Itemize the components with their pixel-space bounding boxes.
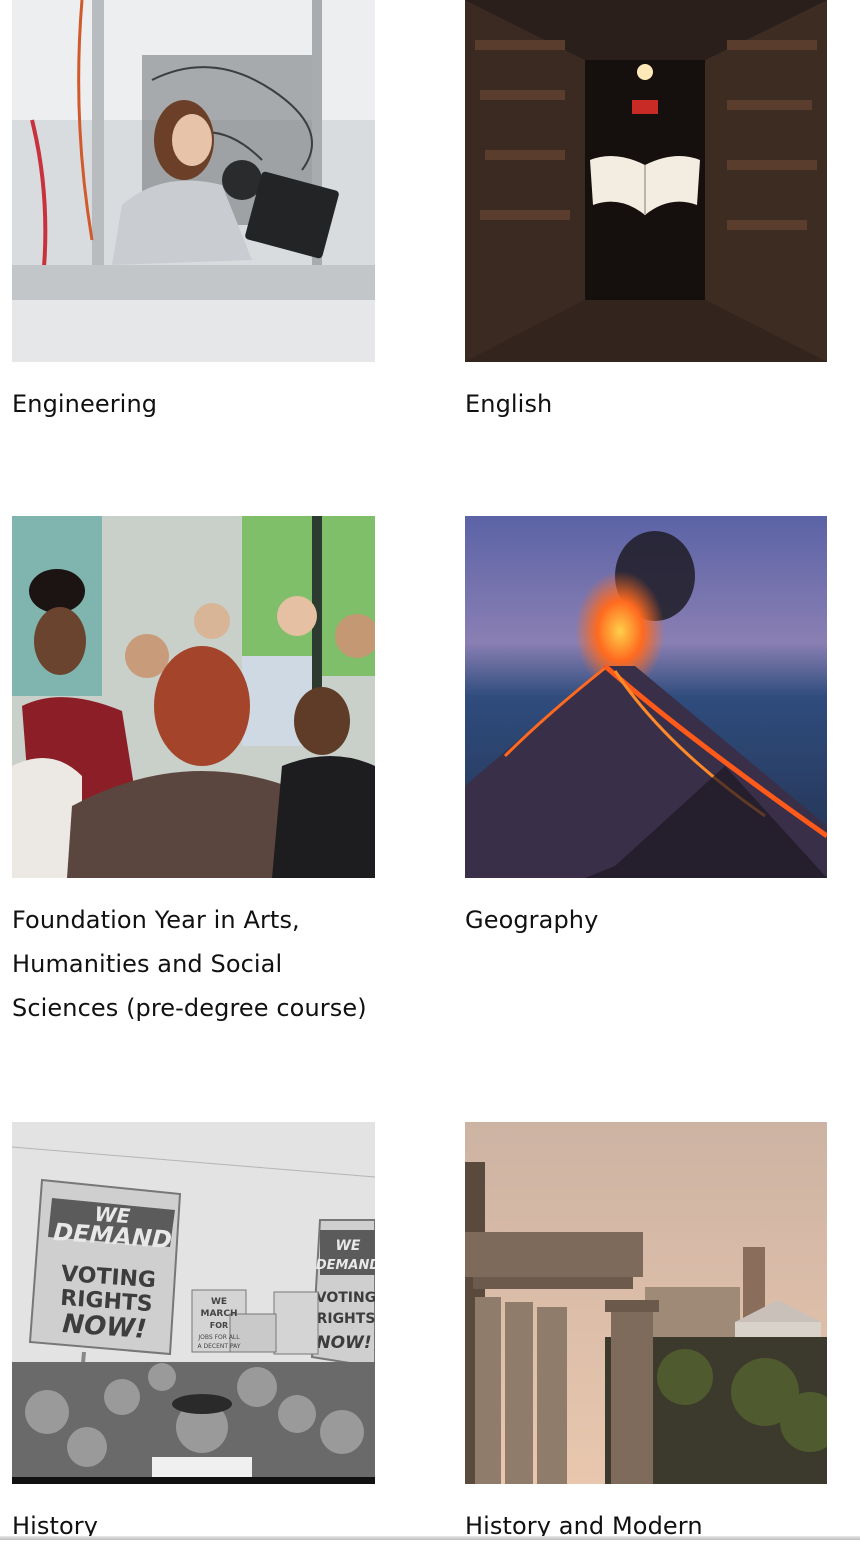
sign-text: NOW! — [316, 1333, 371, 1353]
sign-text: JOBS FOR ALL — [197, 1334, 240, 1341]
course-title: History — [12, 1512, 99, 1540]
course-link-history[interactable]: WE DEMAND VOTING RIGHTS NOW! WE DEMAND V… — [12, 1122, 375, 1548]
course-title: Geography — [465, 906, 599, 934]
sign-text: WE — [335, 1238, 360, 1254]
students-group-image — [12, 516, 375, 878]
sign-text: MARCH — [201, 1309, 238, 1319]
course-card-history-and-modern[interactable]: History and Modern — [465, 1122, 828, 1548]
volcano-image — [465, 516, 828, 878]
course-title: History and Modern — [465, 1512, 703, 1540]
sign-text: VOTING — [316, 1290, 375, 1306]
library-book-image — [465, 0, 828, 362]
sign-text: NOW! — [61, 1309, 147, 1345]
sign-text: DEMAND — [316, 1258, 375, 1273]
course-link-history-and-modern[interactable]: History and Modern — [465, 1122, 828, 1548]
sign-text: A DECENT PAY — [197, 1343, 240, 1350]
roman-ruins-image — [465, 1122, 828, 1484]
sign-text: RIGHTS — [317, 1311, 375, 1327]
course-link-engineering[interactable]: Engineering — [12, 0, 375, 426]
voting-rights-march-image: WE DEMAND VOTING RIGHTS NOW! WE DEMAND V… — [12, 1122, 375, 1484]
engineering-lab-image — [12, 0, 375, 362]
course-card-engineering[interactable]: Engineering — [12, 0, 375, 426]
sign-text: WE — [211, 1297, 227, 1307]
course-link-geography[interactable]: Geography — [465, 516, 828, 942]
scroll-edge — [0, 1536, 860, 1540]
course-title: Engineering — [12, 390, 158, 418]
course-title: English — [465, 390, 553, 418]
course-card-foundation-year[interactable]: Foundation Year in Arts, Humanities and … — [12, 516, 375, 1030]
course-card-geography[interactable]: Geography — [465, 516, 828, 942]
course-link-english[interactable]: English — [465, 0, 828, 426]
course-link-foundation-year[interactable]: Foundation Year in Arts, Humanities and … — [12, 516, 375, 1030]
course-card-english[interactable]: English — [465, 0, 828, 426]
course-card-history[interactable]: WE DEMAND VOTING RIGHTS NOW! WE DEMAND V… — [12, 1122, 375, 1548]
sign-text: FOR — [210, 1321, 228, 1330]
course-title: Foundation Year in Arts, Humanities and … — [12, 906, 367, 1022]
